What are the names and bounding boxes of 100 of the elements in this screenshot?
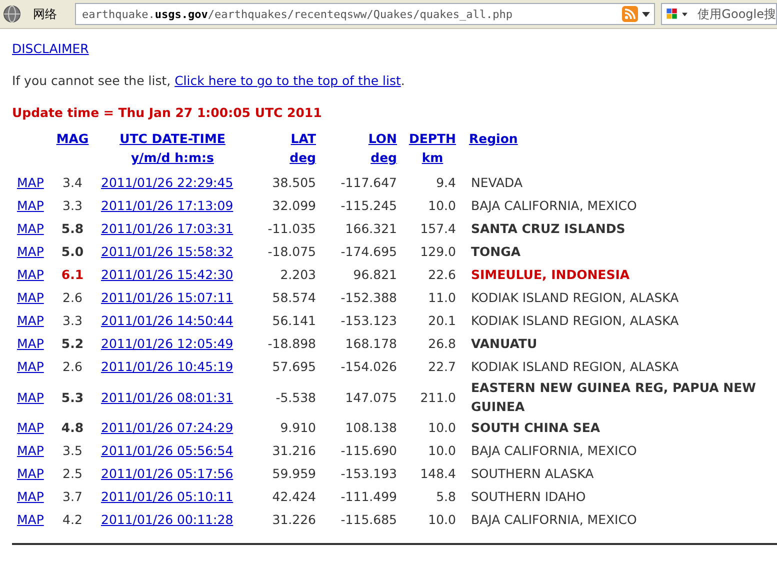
- magnitude-cell: 4.2: [62, 512, 82, 527]
- magnitude-cell: 3.3: [62, 313, 82, 328]
- depth-cell: 5.8: [436, 489, 456, 504]
- date-time-link[interactable]: 2011/01/26 07:24:29: [101, 420, 234, 435]
- region-cell: SOUTH CHINA SEA: [471, 420, 600, 435]
- magnitude-cell: 5.8: [61, 221, 84, 236]
- date-time-link[interactable]: 2011/01/26 15:58:32: [101, 244, 234, 259]
- depth-cell: 26.8: [428, 336, 456, 351]
- region-cell: KODIAK ISLAND REGION, ALASKA: [471, 290, 679, 305]
- magnitude-cell: 5.0: [61, 244, 84, 259]
- intro-text: If you cannot see the list,: [12, 73, 171, 88]
- latitude-cell: -18.898: [268, 336, 316, 351]
- latitude-cell: -18.075: [268, 244, 316, 259]
- magnitude-cell: 2.6: [62, 359, 82, 374]
- depth-cell: 10.0: [428, 443, 456, 458]
- longitude-cell: -154.026: [340, 359, 397, 374]
- date-time-link[interactable]: 2011/01/26 05:17:56: [101, 466, 234, 481]
- map-link[interactable]: MAP: [17, 290, 44, 305]
- date-time-link[interactable]: 2011/01/26 10:45:19: [101, 359, 234, 374]
- longitude-cell: 96.821: [353, 267, 397, 282]
- magnitude-cell: 6.1: [61, 267, 84, 282]
- map-link[interactable]: MAP: [17, 390, 44, 404]
- map-link[interactable]: MAP: [17, 336, 44, 351]
- dropdown-caret-icon[interactable]: [682, 12, 688, 16]
- date-time-link[interactable]: 2011/01/26 05:56:54: [101, 443, 234, 458]
- latitude-cell: 57.695: [272, 359, 316, 374]
- magnitude-cell: 3.4: [62, 175, 82, 190]
- disclaimer-link[interactable]: DISCLAIMER: [12, 41, 89, 56]
- latitude-cell: 31.216: [272, 443, 316, 458]
- map-link[interactable]: MAP: [17, 198, 44, 213]
- column-header-link[interactable]: LON deg: [368, 129, 397, 167]
- globe-icon[interactable]: [3, 5, 21, 23]
- magnitude-cell: 5.2: [61, 336, 84, 351]
- latitude-cell: 2.203: [280, 267, 316, 282]
- latitude-cell: -11.035: [268, 221, 316, 236]
- map-link[interactable]: MAP: [17, 221, 44, 236]
- magnitude-cell: 2.5: [62, 466, 82, 481]
- magnitude-cell: 5.3: [61, 390, 84, 404]
- longitude-cell: 147.075: [345, 390, 397, 404]
- region-cell: BAJA CALIFORNIA, MEXICO: [471, 443, 637, 458]
- date-time-link[interactable]: 2011/01/26 17:03:31: [101, 221, 234, 236]
- map-link[interactable]: MAP: [17, 489, 44, 504]
- date-time-link[interactable]: 2011/01/26 17:13:09: [101, 198, 234, 213]
- column-header-link[interactable]: DEPTH km: [408, 129, 456, 167]
- longitude-cell: -115.685: [340, 512, 397, 527]
- depth-cell: 10.0: [428, 198, 456, 213]
- region-cell: KODIAK ISLAND REGION, ALASKA: [471, 359, 679, 374]
- address-field[interactable]: earthquake.usgs.gov/earthquakes/recenteqsww/Quakes/quakes_all.php: [75, 3, 655, 25]
- column-header-link[interactable]: Region: [469, 129, 518, 148]
- depth-cell: 20.1: [428, 313, 456, 328]
- map-link[interactable]: MAP: [17, 175, 44, 190]
- region-cell: KODIAK ISLAND REGION, ALASKA: [471, 313, 679, 328]
- latitude-cell: 32.099: [272, 198, 316, 213]
- column-header-link[interactable]: LAT deg: [290, 129, 316, 167]
- longitude-cell: -152.388: [340, 290, 397, 305]
- map-link[interactable]: MAP: [17, 466, 44, 481]
- longitude-cell: -117.647: [340, 175, 397, 190]
- date-time-link[interactable]: 2011/01/26 05:10:11: [101, 489, 234, 504]
- map-link[interactable]: MAP: [17, 512, 44, 527]
- date-time-link[interactable]: 2011/01/26 00:11:28: [101, 512, 234, 527]
- longitude-cell: 166.321: [345, 221, 397, 236]
- latitude-cell: 31.226: [272, 512, 316, 527]
- longitude-cell: 168.178: [345, 336, 397, 351]
- update-time: Update time = Thu Jan 27 1:00:05 UTC 2011: [12, 105, 323, 122]
- region-cell: EASTERN NEW GUINEA REG, PAPUA NEW GUINEA: [471, 380, 756, 414]
- search-field[interactable]: 使用Google搜: [661, 3, 777, 25]
- period-text: .: [400, 73, 405, 88]
- map-link[interactable]: MAP: [17, 313, 44, 328]
- longitude-cell: -115.245: [340, 198, 397, 213]
- date-time-link[interactable]: 2011/01/26 12:05:49: [101, 336, 234, 351]
- region-cell: VANUATU: [471, 336, 538, 351]
- map-link[interactable]: MAP: [17, 420, 44, 435]
- network-label[interactable]: 网络: [27, 6, 69, 22]
- map-link[interactable]: MAP: [17, 359, 44, 374]
- column-header-link[interactable]: UTC DATE-TIME y/m/d h:m:s: [120, 129, 226, 167]
- region-cell: TONGA: [471, 244, 521, 259]
- date-time-link[interactable]: 2011/01/26 14:50:44: [101, 313, 234, 328]
- date-time-link[interactable]: 2011/01/26 08:01:31: [101, 390, 234, 404]
- latitude-cell: -5.538: [276, 390, 316, 404]
- date-time-link[interactable]: 2011/01/26 15:07:11: [101, 290, 234, 305]
- dropdown-caret-icon[interactable]: [642, 12, 650, 16]
- depth-cell: 22.6: [428, 267, 456, 282]
- map-link[interactable]: MAP: [17, 267, 44, 282]
- region-cell: BAJA CALIFORNIA, MEXICO: [471, 512, 637, 527]
- depth-cell: 10.0: [428, 512, 456, 527]
- magnitude-cell: 4.8: [61, 420, 84, 435]
- latitude-cell: 9.910: [280, 420, 316, 435]
- map-link[interactable]: MAP: [17, 244, 44, 259]
- date-time-link[interactable]: 2011/01/26 22:29:45: [101, 175, 234, 190]
- longitude-cell: -111.499: [340, 489, 397, 504]
- map-link[interactable]: MAP: [17, 443, 44, 458]
- date-time-link[interactable]: 2011/01/26 15:42:30: [101, 267, 234, 282]
- depth-cell: 11.0: [428, 290, 456, 305]
- longitude-cell: -174.695: [340, 244, 397, 259]
- depth-cell: 9.4: [436, 175, 456, 190]
- latitude-cell: 42.424: [272, 489, 316, 504]
- column-header-link[interactable]: MAG: [56, 129, 89, 148]
- latitude-cell: 59.959: [272, 466, 316, 481]
- top-of-list-link[interactable]: Click here to go to the top of the list: [174, 73, 401, 88]
- depth-cell: 157.4: [420, 221, 456, 236]
